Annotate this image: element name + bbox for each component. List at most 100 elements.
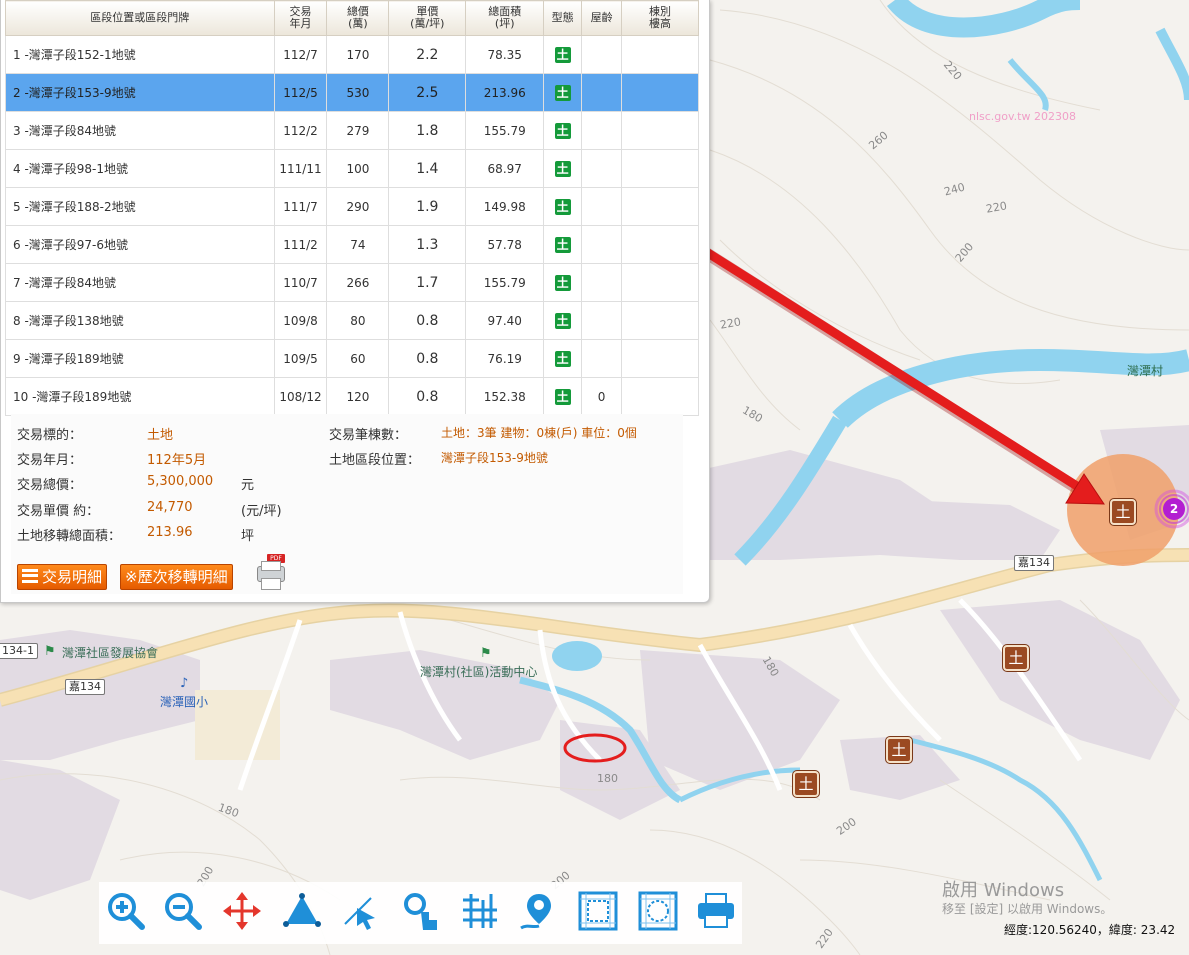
- land-type-icon: 土: [554, 46, 571, 63]
- locate-pin-icon[interactable]: [517, 890, 559, 932]
- table-row[interactable]: 9 -灣潭子段189地號 109/5 60 0.8 76.19 土: [5, 339, 699, 378]
- cell-address: 8 -灣潭子段138地號: [5, 301, 275, 340]
- cell-address: 5 -灣潭子段188-2地號: [5, 187, 275, 226]
- cell-area: 76.19: [465, 339, 545, 378]
- cell-address: 4 -灣潭子段98-1地號: [5, 149, 275, 188]
- header-date[interactable]: 交易 年月: [273, 0, 328, 36]
- transaction-table: 區段位置或區段門牌 交易 年月 總價 (萬) 單價 (萬/坪) 總面積 (坪) 型態 屋…: [5, 0, 699, 416]
- header-floor[interactable]: 棟別 樓高: [621, 0, 699, 36]
- select-arrow-icon[interactable]: [341, 890, 383, 932]
- cell-type: 土: [543, 339, 583, 378]
- cell-unit-price: 1.4: [388, 149, 467, 188]
- cell-type: 土: [543, 377, 583, 416]
- cell-date: 109/5: [273, 339, 328, 378]
- table-row[interactable]: 8 -灣潭子段138地號 109/8 80 0.8 97.40 土: [5, 301, 699, 340]
- date-label: 交易年月：: [17, 453, 83, 468]
- count-label: 交易筆棟數：: [329, 428, 408, 443]
- frame-icon[interactable]: [577, 890, 619, 932]
- cell-date: 110/7: [273, 263, 328, 302]
- cell-age: [581, 73, 623, 112]
- cell-floor: [621, 149, 699, 188]
- cell-date: 112/2: [273, 111, 328, 150]
- land-marker-selected[interactable]: 土: [1110, 499, 1136, 525]
- cell-unit-price: 1.9: [388, 187, 467, 226]
- cell-total: 530: [326, 73, 390, 112]
- land-type-icon: 土: [554, 236, 571, 253]
- cell-address: 6 -灣潭子段97-6地號: [5, 225, 275, 264]
- table-row-selected[interactable]: 2 -灣潭子段153-9地號 112/5 530 2.5 213.96 土: [5, 73, 699, 112]
- cell-unit-price: 1.8: [388, 111, 467, 150]
- cell-date: 109/8: [273, 301, 328, 340]
- cell-unit-price: 1.3: [388, 225, 467, 264]
- cell-area: 78.35: [465, 35, 545, 74]
- cell-floor: [621, 301, 699, 340]
- zoom-in-icon[interactable]: [105, 890, 147, 932]
- grid-icon[interactable]: [459, 890, 501, 932]
- coordinate-readout: 經度:120.56240，緯度: 23.42: [1004, 923, 1176, 937]
- table-row[interactable]: 4 -灣潭子段98-1地號 111/11 100 1.4 68.97 土: [5, 149, 699, 188]
- table-row[interactable]: 3 -灣潭子段84地號 112/2 279 1.8 155.79 土: [5, 111, 699, 150]
- table-row[interactable]: 5 -灣潭子段188-2地號 111/7 290 1.9 149.98 土: [5, 187, 699, 226]
- area-label: 土地移轉總面積：: [17, 529, 122, 544]
- cell-age: 0: [581, 377, 623, 416]
- unit-price-label: 交易單價 約：: [17, 504, 100, 519]
- table-header-row: 區段位置或區段門牌 交易 年月 總價 (萬) 單價 (萬/坪) 總面積 (坪) 型態 屋…: [5, 0, 699, 36]
- land-marker[interactable]: 土: [1003, 645, 1029, 671]
- cell-age: [581, 225, 623, 264]
- pan-icon[interactable]: [221, 890, 263, 932]
- header-area[interactable]: 總面積 (坪): [465, 0, 545, 36]
- header-age[interactable]: 屋齡: [581, 0, 623, 36]
- table-row[interactable]: 6 -灣潭子段97-6地號 111/2 74 1.3 57.78 土: [5, 225, 699, 264]
- unit-price-value: 24,770: [147, 500, 193, 515]
- land-marker[interactable]: 土: [793, 771, 819, 797]
- cell-date: 111/2: [273, 225, 328, 264]
- print-icon[interactable]: [695, 890, 737, 932]
- cell-unit-price: 1.7: [388, 263, 467, 302]
- header-unit-price[interactable]: 單價 (萬/坪): [388, 0, 467, 36]
- identify-icon[interactable]: [401, 890, 443, 932]
- cell-floor: [621, 263, 699, 302]
- cell-date: 111/7: [273, 187, 328, 226]
- cell-type: 土: [543, 263, 583, 302]
- land-type-icon: 土: [554, 122, 571, 139]
- header-type[interactable]: 型態: [543, 0, 583, 36]
- cell-area: 68.97: [465, 149, 545, 188]
- table-row[interactable]: 10 -灣潭子段189地號 108/12 120 0.8 152.38 土 0: [5, 377, 699, 416]
- cell-date: 108/12: [273, 377, 328, 416]
- windows-activation-subtitle: 移至 [設定] 以啟用 Windows。: [942, 902, 1113, 916]
- total-label: 交易總價：: [17, 478, 83, 493]
- measure-area-icon[interactable]: [281, 890, 323, 932]
- zoom-out-icon[interactable]: [162, 890, 204, 932]
- target-label: 交易標的：: [17, 428, 83, 443]
- community-center-label: 灣潭村(社區)活動中心: [420, 665, 538, 679]
- cell-type: 土: [543, 301, 583, 340]
- frame-dashed-icon[interactable]: [637, 890, 679, 932]
- cluster-count[interactable]: 2: [1163, 500, 1185, 518]
- land-type-icon: 土: [554, 198, 571, 215]
- cell-total: 100: [326, 149, 390, 188]
- land-type-icon: 土: [554, 274, 571, 291]
- transfer-history-button[interactable]: ※歷次移轉明細: [120, 564, 233, 590]
- windows-activation-title: 啟用 Windows: [942, 880, 1065, 901]
- table-row[interactable]: 1 -灣潭子段152-1地號 112/7 170 2.2 78.35 土: [5, 35, 699, 74]
- cell-area: 155.79: [465, 111, 545, 150]
- cell-age: [581, 187, 623, 226]
- cell-total: 80: [326, 301, 390, 340]
- area-unit: 坪: [241, 529, 255, 544]
- cell-type: 土: [543, 111, 583, 150]
- cell-age: [581, 263, 623, 302]
- cell-unit-price: 0.8: [388, 301, 467, 340]
- transaction-detail-button[interactable]: 交易明細: [17, 564, 108, 590]
- cell-total: 60: [326, 339, 390, 378]
- table-row[interactable]: 7 -灣潭子段84地號 110/7 266 1.7 155.79 土: [5, 263, 699, 302]
- cell-total: 74: [326, 225, 390, 264]
- cell-area: 149.98: [465, 187, 545, 226]
- land-marker[interactable]: 土: [886, 737, 912, 763]
- cell-unit-price: 0.8: [388, 377, 467, 416]
- road-shield-west: 嘉134: [65, 679, 105, 695]
- cell-date: 112/7: [273, 35, 328, 74]
- land-type-icon: 土: [554, 312, 571, 329]
- header-total[interactable]: 總價 (萬): [326, 0, 390, 36]
- header-address[interactable]: 區段位置或區段門牌: [5, 0, 275, 36]
- pdf-print-icon[interactable]: PDF: [253, 554, 287, 590]
